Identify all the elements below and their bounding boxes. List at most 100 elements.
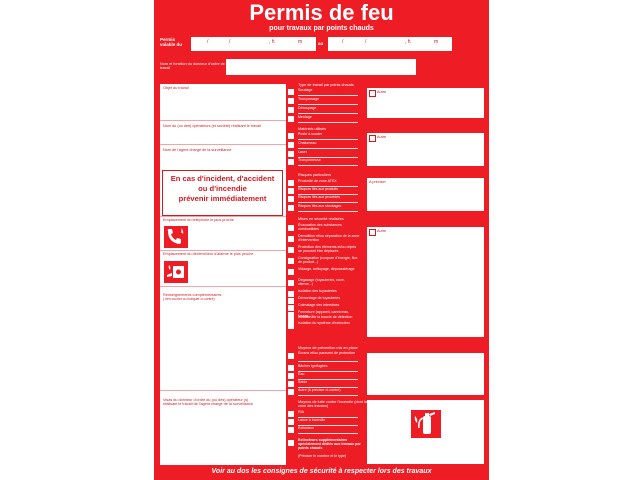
safety-check-12[interactable] [288, 323, 294, 329]
extra-info-note: ( rien cocher ou indiquer ci-contre) [163, 297, 215, 301]
work-type-check-3[interactable] [288, 107, 294, 113]
fire-means-option-2: Lance à incendie [298, 418, 326, 422]
prevention-option-5: Autre (à préciser ci-contre) [298, 388, 341, 392]
risks-check-4[interactable] [288, 205, 294, 211]
work-type-other-label: Autre [377, 90, 387, 94]
validity-from-day-sep: / [207, 39, 209, 45]
fire-means-option-1: RIA [298, 410, 304, 414]
validity-to-month-sep: / [365, 39, 367, 45]
phone-fire-icon [164, 226, 188, 248]
risks-option-1: Proximité de zone ATEX [298, 179, 337, 183]
requester-label: Nom et fonction du donneur d'ordre de tr… [160, 62, 225, 71]
materials-option-2: Chalumeau [298, 141, 317, 145]
work-type-option-4: Meulage [298, 115, 312, 119]
prevention-check-5[interactable] [288, 389, 294, 395]
materials-option-4: Tronçonneuse [298, 158, 321, 162]
safety-check-8[interactable] [288, 298, 294, 304]
safety-option-6: Dégazage (tuyauteries, cuve, citerne...) [298, 278, 345, 286]
footer-note: Voir au dos les consignes de sécurité à … [211, 468, 432, 475]
object-label: Objet du travail [163, 86, 189, 90]
requester-field[interactable] [226, 59, 416, 75]
materials-check-3[interactable] [288, 151, 294, 157]
safety-check-6[interactable] [288, 280, 294, 286]
risks-specify-label: A préciser [369, 180, 386, 184]
materials-check-1[interactable] [288, 133, 294, 139]
safety-option-4: Consignation (coupure d'énergie, flux de… [298, 256, 358, 264]
safety-title: Mises en sécurité réalisées [298, 217, 344, 221]
validity-to-label: au [318, 41, 324, 46]
safety-check-7[interactable] [288, 291, 294, 297]
materials-other-label: Autre [377, 135, 387, 139]
validity-from-field[interactable]: / / , h m [191, 37, 316, 51]
supervisor-label: Nom de l'agent chargé de la surveillance [163, 148, 232, 152]
safety-check-9[interactable] [288, 305, 294, 311]
validity-from-hour: , h [269, 39, 275, 45]
risks-check-2[interactable] [288, 188, 294, 194]
materials-other-check[interactable] [369, 135, 376, 142]
safety-other-check[interactable] [369, 229, 376, 236]
safety-check-1[interactable] [288, 225, 294, 231]
prevention-option-1: Écrans et/ou paravent de protection [298, 351, 355, 355]
risks-option-3: Risques liés aux procédés [298, 195, 340, 199]
fire-means-check-2[interactable] [288, 419, 294, 425]
safety-option-7: Isolation des tuyauteries [298, 289, 337, 293]
work-type-title: Type de travail par points chauds [298, 83, 354, 87]
fire-means-check-1[interactable] [288, 411, 294, 417]
fire-means-extra: Extincteurs supplémentaires spécialement… [298, 438, 361, 450]
risks-check-3[interactable] [288, 196, 294, 202]
emergency-line-2: ou d'incendie [198, 184, 247, 193]
permit-form: Permis de feu pour travaux par points ch… [154, 0, 489, 480]
prevention-option-3: Eau [298, 372, 305, 376]
work-type-option-2: Tronçonnage [298, 97, 320, 101]
validity-to-field[interactable]: / / , h m [328, 37, 452, 51]
fire-means-check-3[interactable] [288, 427, 294, 433]
risks-specify-field[interactable]: A préciser [367, 178, 484, 211]
safety-option-12: Isolation du système d'extinction [298, 321, 350, 325]
phone-location-label: Emplacement du téléphone le plus proche [163, 218, 234, 222]
prevention-check-4[interactable] [288, 381, 294, 387]
safety-option-8: Démontage de tuyauteries [298, 296, 341, 300]
fire-means-check-4[interactable] [288, 440, 294, 446]
work-type-check-1[interactable] [288, 89, 294, 95]
materials-option-1: Poste à souder [298, 132, 323, 136]
safety-option-3: Protection des éléments et/ou objets ne … [298, 245, 357, 253]
prevention-check-1[interactable] [288, 353, 294, 359]
risks-option-4: Risques liés aux stockages [298, 204, 342, 208]
work-type-other-field[interactable]: Autre [367, 88, 484, 118]
safety-option-5: Vidange, nettoyage, dépoussiérage [298, 267, 355, 271]
safety-check-3[interactable] [288, 247, 294, 253]
safety-other-field[interactable]: Autre [367, 227, 484, 337]
safety-option-2: Démolition et/ou séparation de la zone d… [298, 234, 360, 242]
work-type-check-4[interactable] [288, 116, 294, 122]
work-type-check-2[interactable] [288, 98, 294, 104]
validity-from-month-sep: / [229, 39, 231, 45]
materials-check-4[interactable] [288, 159, 294, 165]
safety-option-9: Colmatage des interstices [298, 303, 340, 307]
safety-check-5[interactable] [288, 269, 294, 275]
work-type-other-check[interactable] [369, 90, 376, 97]
emergency-line-3: prévenir immédiatement [178, 194, 267, 203]
materials-other-field[interactable]: Autre [367, 133, 484, 166]
page-subtitle: pour travaux par points chauds [269, 25, 374, 32]
left-panel: Objet du travail Nom du (ou des) opérate… [160, 84, 286, 465]
validity-label: Permis valable du [160, 37, 183, 47]
work-type-option-1: Soudage [298, 88, 313, 92]
safety-check-2[interactable] [288, 236, 294, 242]
fire-extinguisher-icon [411, 410, 441, 438]
prevention-title: Moyens de prévention mis en place [298, 346, 358, 350]
fire-alarm-icon [164, 261, 188, 283]
operators-label: Nom du (ou des) opérateurs (et société) … [163, 124, 261, 128]
risks-title: Risques particuliers [298, 173, 332, 177]
materials-check-2[interactable] [288, 142, 294, 148]
prevention-check-3[interactable] [288, 373, 294, 379]
safety-option-11: Isolation de la boucle de détection [298, 315, 353, 319]
fire-means-field[interactable] [367, 400, 484, 464]
safety-check-4[interactable] [288, 258, 294, 264]
alarm-location-label: Emplacement du déclencheur d'alarme le p… [163, 252, 254, 256]
prevention-other-field[interactable] [367, 353, 484, 395]
prevention-option-2: Bâches ignifugées [298, 364, 328, 368]
prevention-check-2[interactable] [288, 365, 294, 371]
risks-check-1[interactable] [288, 180, 294, 186]
work-type-option-3: Découpage [298, 106, 317, 110]
validity-to-day-sep: / [342, 39, 344, 45]
